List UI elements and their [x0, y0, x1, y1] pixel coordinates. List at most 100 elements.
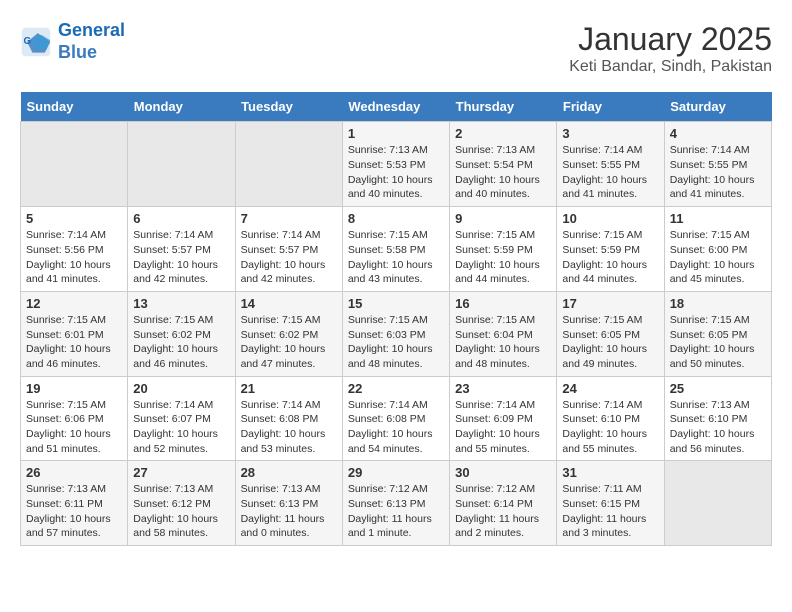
day-number: 30 — [455, 465, 551, 480]
table-row: 6 Sunrise: 7:14 AMSunset: 5:57 PMDaylight… — [128, 207, 235, 292]
logo-line1: General — [58, 20, 125, 40]
day-info: Sunrise: 7:14 AMSunset: 5:55 PMDaylight:… — [670, 143, 766, 202]
day-info: Sunrise: 7:12 AMSunset: 6:14 PMDaylight:… — [455, 482, 551, 541]
table-row — [664, 461, 771, 546]
calendar-title: January 2025 — [569, 20, 772, 58]
day-number: 9 — [455, 211, 551, 226]
day-number: 14 — [241, 296, 337, 311]
day-info: Sunrise: 7:13 AMSunset: 6:12 PMDaylight:… — [133, 482, 229, 541]
day-number: 6 — [133, 211, 229, 226]
day-number: 3 — [562, 126, 658, 141]
day-info: Sunrise: 7:15 AMSunset: 6:00 PMDaylight:… — [670, 228, 766, 287]
table-row: 15 Sunrise: 7:15 AMSunset: 6:03 PMDayligh… — [342, 291, 449, 376]
day-number: 8 — [348, 211, 444, 226]
table-row — [235, 122, 342, 207]
table-row: 29Sunrise: 7:12 AMSunset: 6:13 PMDayligh… — [342, 461, 449, 546]
table-row: 8 Sunrise: 7:15 AMSunset: 5:58 PMDaylight… — [342, 207, 449, 292]
day-info: Sunrise: 7:14 AMSunset: 5:56 PMDaylight:… — [26, 228, 122, 287]
day-number: 24 — [562, 381, 658, 396]
table-row: 25 Sunrise: 7:13 AMSunset: 6:10 PMDayligh… — [664, 376, 771, 461]
calendar-subtitle: Keti Bandar, Sindh, Pakistan — [569, 58, 772, 76]
table-row — [21, 122, 128, 207]
day-number: 11 — [670, 211, 766, 226]
day-info: Sunrise: 7:15 AMSunset: 6:06 PMDaylight:… — [26, 398, 122, 457]
table-row: 13 Sunrise: 7:15 AMSunset: 6:02 PMDayligh… — [128, 291, 235, 376]
header-monday: Monday — [128, 92, 235, 122]
table-row: 21 Sunrise: 7:14 AMSunset: 6:08 PMDayligh… — [235, 376, 342, 461]
day-info: Sunrise: 7:14 AMSunset: 5:55 PMDaylight:… — [562, 143, 658, 202]
table-row: 10Sunrise: 7:15 AMSunset: 5:59 PMDayligh… — [557, 207, 664, 292]
day-number: 26 — [26, 465, 122, 480]
day-info: Sunrise: 7:13 AMSunset: 5:54 PMDaylight:… — [455, 143, 551, 202]
table-row: 30 Sunrise: 7:12 AMSunset: 6:14 PMDayligh… — [450, 461, 557, 546]
day-info: Sunrise: 7:14 AMSunset: 5:57 PMDaylight:… — [133, 228, 229, 287]
day-number: 23 — [455, 381, 551, 396]
header-friday: Friday — [557, 92, 664, 122]
day-number: 15 — [348, 296, 444, 311]
table-row: 28 Sunrise: 7:13 AMSunset: 6:13 PMDayligh… — [235, 461, 342, 546]
calendar-week-row: 26 Sunrise: 7:13 AMSunset: 6:11 PMDayligh… — [21, 461, 772, 546]
day-info: Sunrise: 7:15 AMSunset: 6:01 PMDaylight:… — [26, 313, 122, 372]
table-row: 24 Sunrise: 7:14 AMSunset: 6:10 PMDayligh… — [557, 376, 664, 461]
day-number: 19 — [26, 381, 122, 396]
day-info: Sunrise: 7:14 AMSunset: 6:08 PMDaylight:… — [348, 398, 444, 457]
page-header: G General Blue January 2025 Keti Bandar,… — [20, 20, 772, 76]
header-tuesday: Tuesday — [235, 92, 342, 122]
day-info: Sunrise: 7:12 AMSunset: 6:13 PMDaylight:… — [348, 482, 444, 541]
logo: G General Blue — [20, 20, 125, 63]
day-number: 31 — [562, 465, 658, 480]
table-row: 18Sunrise: 7:15 AMSunset: 6:05 PMDayligh… — [664, 291, 771, 376]
calendar-week-row: 1 Sunrise: 7:13 AMSunset: 5:53 PMDaylight… — [21, 122, 772, 207]
day-info: Sunrise: 7:15 AMSunset: 6:02 PMDaylight:… — [133, 313, 229, 372]
table-row: 26 Sunrise: 7:13 AMSunset: 6:11 PMDayligh… — [21, 461, 128, 546]
day-number: 2 — [455, 126, 551, 141]
day-info: Sunrise: 7:13 AMSunset: 6:11 PMDaylight:… — [26, 482, 122, 541]
day-number: 22 — [348, 381, 444, 396]
day-info: Sunrise: 7:13 AMSunset: 5:53 PMDaylight:… — [348, 143, 444, 202]
table-row: 23 Sunrise: 7:14 AMSunset: 6:09 PMDayligh… — [450, 376, 557, 461]
day-info: Sunrise: 7:15 AMSunset: 6:05 PMDaylight:… — [670, 313, 766, 372]
table-row: 9 Sunrise: 7:15 AMSunset: 5:59 PMDaylight… — [450, 207, 557, 292]
day-info: Sunrise: 7:15 AMSunset: 5:58 PMDaylight:… — [348, 228, 444, 287]
day-number: 28 — [241, 465, 337, 480]
day-number: 16 — [455, 296, 551, 311]
day-info: Sunrise: 7:15 AMSunset: 6:02 PMDaylight:… — [241, 313, 337, 372]
table-row: 12 Sunrise: 7:15 AMSunset: 6:01 PMDayligh… — [21, 291, 128, 376]
table-row: 17Sunrise: 7:15 AMSunset: 6:05 PMDayligh… — [557, 291, 664, 376]
day-number: 25 — [670, 381, 766, 396]
table-row: 14 Sunrise: 7:15 AMSunset: 6:02 PMDayligh… — [235, 291, 342, 376]
day-info: Sunrise: 7:14 AMSunset: 6:10 PMDaylight:… — [562, 398, 658, 457]
day-info: Sunrise: 7:13 AMSunset: 6:10 PMDaylight:… — [670, 398, 766, 457]
day-info: Sunrise: 7:15 AMSunset: 5:59 PMDaylight:… — [562, 228, 658, 287]
logo-icon: G — [20, 26, 52, 58]
header-wednesday: Wednesday — [342, 92, 449, 122]
table-row: 5 Sunrise: 7:14 AMSunset: 5:56 PMDaylight… — [21, 207, 128, 292]
day-number: 1 — [348, 126, 444, 141]
calendar-week-row: 5 Sunrise: 7:14 AMSunset: 5:56 PMDaylight… — [21, 207, 772, 292]
table-row: 2 Sunrise: 7:13 AMSunset: 5:54 PMDaylight… — [450, 122, 557, 207]
calendar-header-row: Sunday Monday Tuesday Wednesday Thursday… — [21, 92, 772, 122]
day-info: Sunrise: 7:14 AMSunset: 6:07 PMDaylight:… — [133, 398, 229, 457]
title-block: January 2025 Keti Bandar, Sindh, Pakista… — [569, 20, 772, 76]
header-thursday: Thursday — [450, 92, 557, 122]
header-sunday: Sunday — [21, 92, 128, 122]
day-info: Sunrise: 7:15 AMSunset: 6:05 PMDaylight:… — [562, 313, 658, 372]
table-row: 4Sunrise: 7:14 AMSunset: 5:55 PMDaylight… — [664, 122, 771, 207]
table-row — [128, 122, 235, 207]
day-number: 20 — [133, 381, 229, 396]
day-number: 21 — [241, 381, 337, 396]
day-number: 12 — [26, 296, 122, 311]
day-number: 5 — [26, 211, 122, 226]
day-info: Sunrise: 7:13 AMSunset: 6:13 PMDaylight:… — [241, 482, 337, 541]
day-info: Sunrise: 7:15 AMSunset: 6:03 PMDaylight:… — [348, 313, 444, 372]
day-info: Sunrise: 7:14 AMSunset: 6:09 PMDaylight:… — [455, 398, 551, 457]
day-info: Sunrise: 7:14 AMSunset: 5:57 PMDaylight:… — [241, 228, 337, 287]
day-number: 27 — [133, 465, 229, 480]
day-info: Sunrise: 7:14 AMSunset: 6:08 PMDaylight:… — [241, 398, 337, 457]
calendar-week-row: 19 Sunrise: 7:15 AMSunset: 6:06 PMDayligh… — [21, 376, 772, 461]
calendar-week-row: 12 Sunrise: 7:15 AMSunset: 6:01 PMDayligh… — [21, 291, 772, 376]
day-number: 13 — [133, 296, 229, 311]
logo-text: General Blue — [58, 20, 125, 63]
header-saturday: Saturday — [664, 92, 771, 122]
day-info: Sunrise: 7:15 AMSunset: 5:59 PMDaylight:… — [455, 228, 551, 287]
